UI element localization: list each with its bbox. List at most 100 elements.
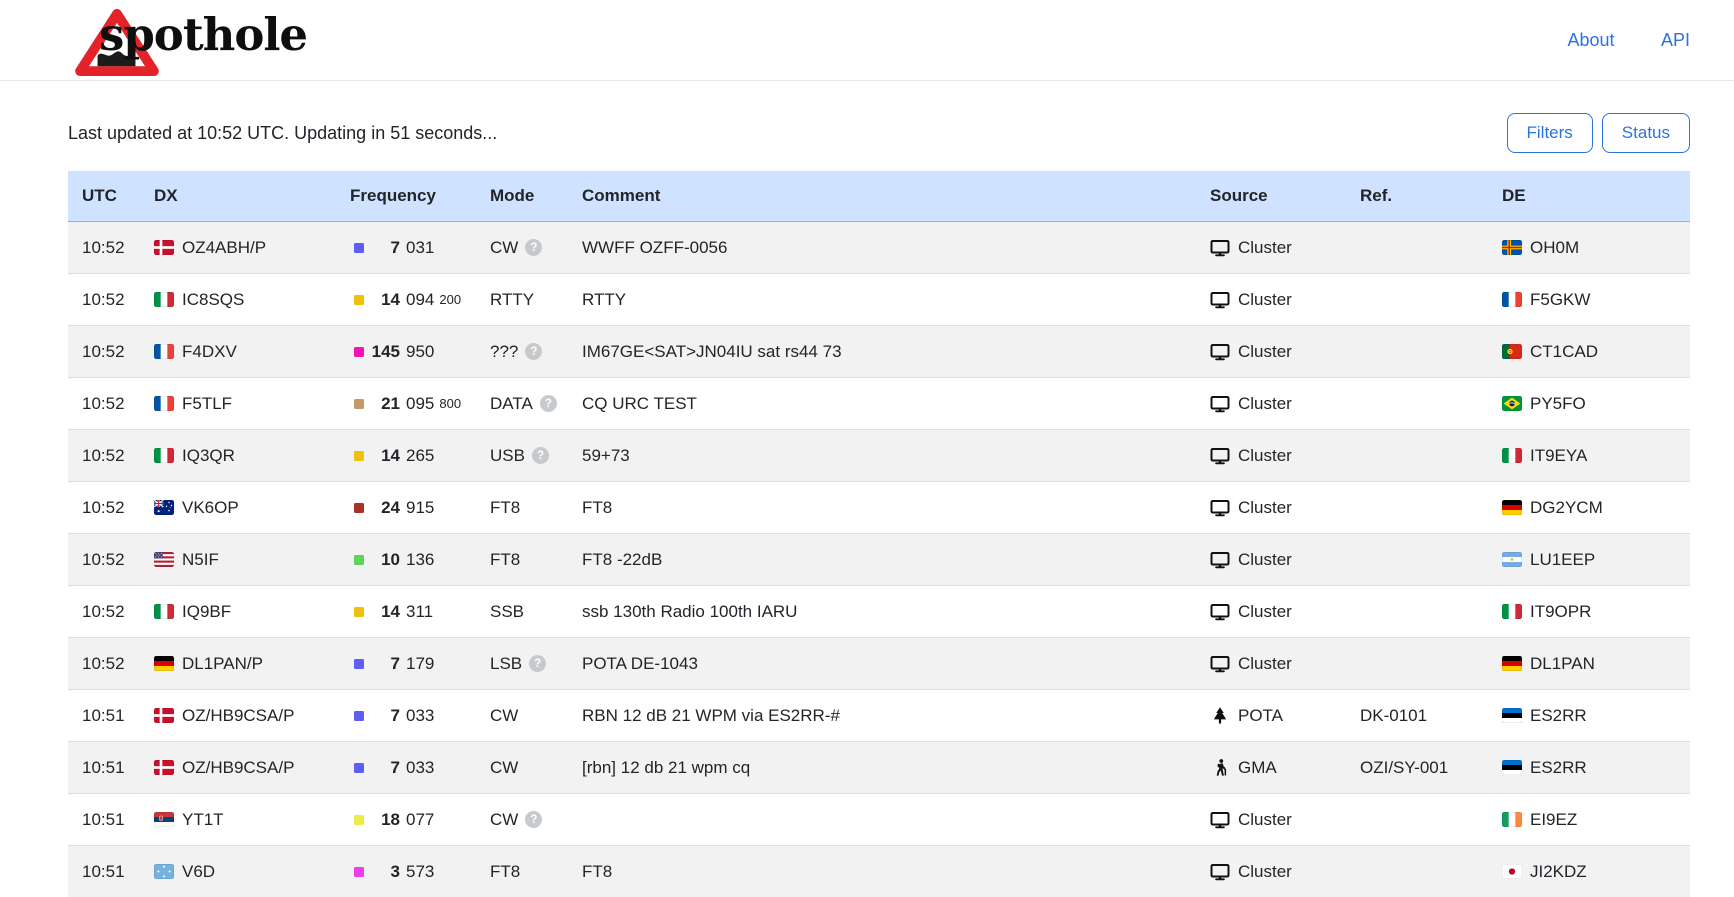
status-button[interactable]: Status (1602, 113, 1690, 153)
main-content: Last updated at 10:52 UTC. Updating in 5… (0, 113, 1734, 897)
spot-ref-cell (1358, 846, 1500, 897)
spot-ref-cell (1358, 794, 1500, 846)
spot-time: 10:52 (82, 290, 125, 309)
spot-row[interactable]: 10:52F5TLF21095800DATA?CQ URC TESTCluste… (68, 378, 1690, 430)
spot-ref-cell (1358, 586, 1500, 638)
source-label: Cluster (1238, 342, 1292, 362)
band-indicator (354, 295, 364, 305)
de-callsign: PY5FO (1530, 394, 1586, 414)
spot-comment-cell: FT8 (580, 482, 1208, 534)
mode-help-icon[interactable]: ? (540, 395, 557, 412)
frequency-mhz: 24 (364, 498, 400, 518)
spot-dx-cell: IC8SQS (150, 274, 348, 326)
monitor-icon (1210, 342, 1230, 362)
nav-about[interactable]: About (1567, 30, 1614, 50)
filters-button[interactable]: Filters (1507, 113, 1593, 153)
spot-row[interactable]: 10:52OZ4ABH/P7031CW?WWFF OZFF-0056Cluste… (68, 222, 1690, 274)
source-label: Cluster (1238, 446, 1292, 466)
flag-ie-icon (1502, 812, 1522, 827)
flag-dk-icon (154, 240, 174, 255)
spot-time: 10:52 (82, 342, 125, 361)
flag-fr-icon (154, 344, 174, 359)
spot-row[interactable]: 10:51V6D3573FT8FT8ClusterJI2KDZ (68, 846, 1690, 897)
frequency-khz: 950 (406, 342, 434, 362)
column-header-mode: Mode (488, 171, 580, 222)
spot-dx-cell: F5TLF (150, 378, 348, 430)
spot-row[interactable]: 10:52IQ3QR14265USB?59+73ClusterIT9EYA (68, 430, 1690, 482)
mode-help-icon[interactable]: ? (532, 447, 549, 464)
spot-mode-cell: CW (488, 742, 580, 794)
frequency-khz: 094 (406, 290, 434, 310)
spot-row[interactable]: 10:52VK6OP24915FT8FT8ClusterDG2YCM (68, 482, 1690, 534)
dx-callsign: OZ4ABH/P (182, 238, 266, 258)
flag-pt-icon (1502, 344, 1522, 359)
source-label: Cluster (1238, 498, 1292, 518)
mode-help-icon[interactable]: ? (525, 239, 542, 256)
spot-de-cell: DG2YCM (1500, 482, 1690, 534)
frequency-khz: 031 (406, 238, 434, 258)
source-label: Cluster (1238, 862, 1292, 882)
flag-it-icon (154, 448, 174, 463)
spot-de-cell: JI2KDZ (1500, 846, 1690, 897)
spot-row[interactable]: 10:51OZ/HB9CSA/P7033CW[rbn] 12 db 21 wpm… (68, 742, 1690, 794)
spot-frequency-cell: 3573 (348, 846, 488, 897)
spot-row[interactable]: 10:51OZ/HB9CSA/P7033CWRBN 12 dB 21 WPM v… (68, 690, 1690, 742)
frequency-khz: 136 (406, 550, 434, 570)
monitor-icon (1210, 550, 1230, 570)
spot-dx-cell: IQ3QR (150, 430, 348, 482)
spot-de-cell: IT9EYA (1500, 430, 1690, 482)
mode-label: SSB (490, 602, 524, 622)
spot-row[interactable]: 10:52F4DXV145950????IM67GE<SAT>JN04IU sa… (68, 326, 1690, 378)
flag-it-icon (154, 604, 174, 619)
column-header-ref: Ref. (1358, 171, 1500, 222)
spot-comment: WWFF OZFF-0056 (582, 238, 727, 257)
spot-source-cell: Cluster (1208, 326, 1358, 378)
mode-help-icon[interactable]: ? (525, 343, 542, 360)
spot-mode-cell: RTTY (488, 274, 580, 326)
spot-row[interactable]: 10:51YT1T18077CW?ClusterEI9EZ (68, 794, 1690, 846)
spot-de-cell: F5GKW (1500, 274, 1690, 326)
flag-us-icon (154, 552, 174, 567)
mode-label: FT8 (490, 498, 520, 518)
spot-time-cell: 10:52 (68, 482, 150, 534)
spot-comment-cell: RBN 12 dB 21 WPM via ES2RR-# (580, 690, 1208, 742)
source-label: Cluster (1238, 654, 1292, 674)
frequency-mhz: 7 (364, 706, 400, 726)
de-callsign: LU1EEP (1530, 550, 1595, 570)
ref-label: DK-0101 (1360, 706, 1427, 725)
spot-row[interactable]: 10:52IC8SQS14094200RTTYRTTYClusterF5GKW (68, 274, 1690, 326)
spot-comment: CQ URC TEST (582, 394, 697, 413)
mode-help-icon[interactable]: ? (525, 811, 542, 828)
spot-source-cell: Cluster (1208, 586, 1358, 638)
spot-comment-cell: IM67GE<SAT>JN04IU sat rs44 73 (580, 326, 1208, 378)
spot-row[interactable]: 10:52DL1PAN/P7179LSB?POTA DE-1043Cluster… (68, 638, 1690, 690)
logo[interactable]: spothole (68, 2, 398, 78)
band-indicator (354, 347, 364, 357)
spot-comment-cell: CQ URC TEST (580, 378, 1208, 430)
spot-ref-cell (1358, 274, 1500, 326)
flag-ee-icon (1502, 708, 1522, 723)
spot-comment: 59+73 (582, 446, 630, 465)
spot-source-cell: Cluster (1208, 846, 1358, 897)
dx-callsign: OZ/HB9CSA/P (182, 758, 294, 778)
spot-time: 10:52 (82, 238, 125, 257)
tree-icon (1210, 706, 1230, 726)
nav-api[interactable]: API (1661, 30, 1690, 50)
frequency-mhz: 7 (364, 758, 400, 778)
mode-help-icon[interactable]: ? (529, 655, 546, 672)
spot-source-cell: Cluster (1208, 638, 1358, 690)
source-label: Cluster (1238, 810, 1292, 830)
band-indicator (354, 503, 364, 513)
de-callsign: ES2RR (1530, 706, 1587, 726)
spot-comment-cell: WWFF OZFF-0056 (580, 222, 1208, 274)
spot-mode-cell: USB? (488, 430, 580, 482)
spot-comment-cell: 59+73 (580, 430, 1208, 482)
spot-ref-cell (1358, 534, 1500, 586)
spot-time-cell: 10:51 (68, 690, 150, 742)
spot-row[interactable]: 10:52IQ9BF14311SSBssb 130th Radio 100th … (68, 586, 1690, 638)
frequency-mhz: 7 (364, 238, 400, 258)
dx-callsign: V6D (182, 862, 215, 882)
spot-row[interactable]: 10:52N5IF10136FT8FT8 -22dBClusterLU1EEP (68, 534, 1690, 586)
spot-frequency-cell: 14311 (348, 586, 488, 638)
spot-dx-cell: DL1PAN/P (150, 638, 348, 690)
